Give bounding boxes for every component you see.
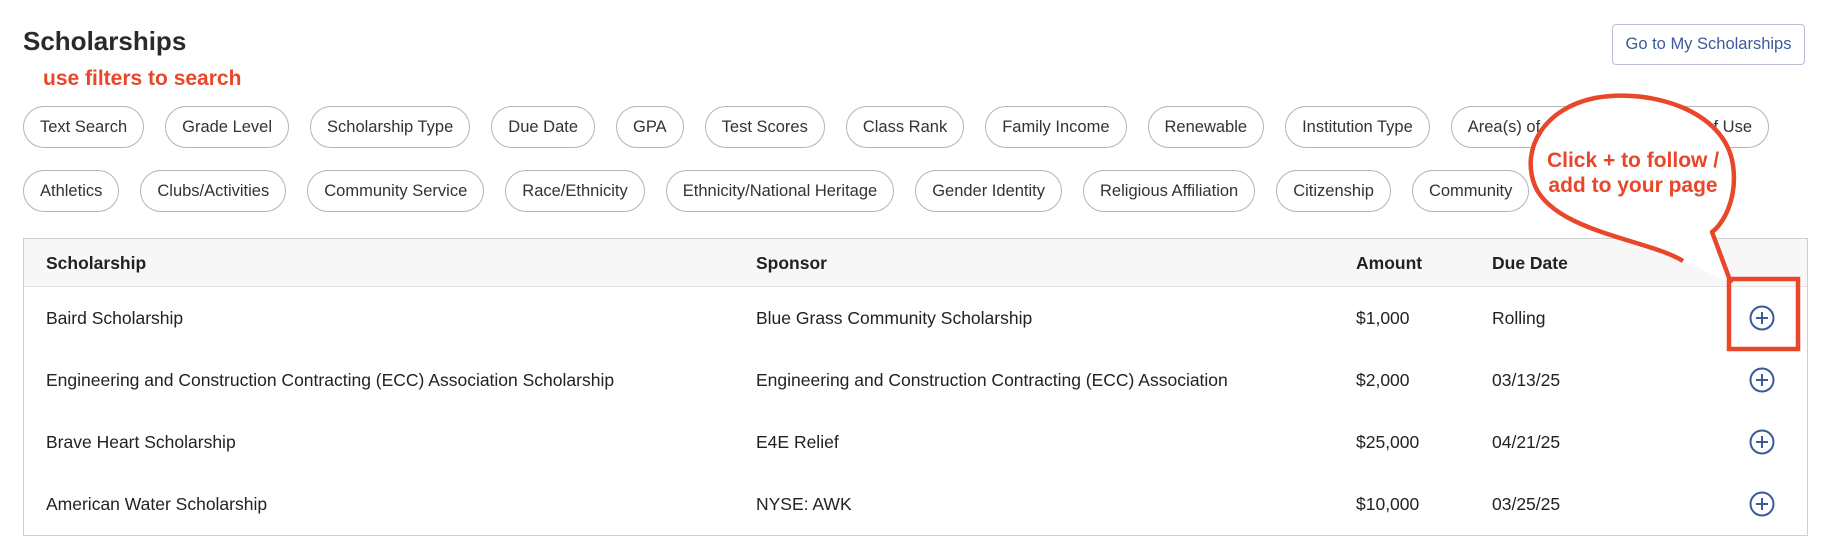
plus-circle-icon xyxy=(1749,491,1775,517)
due-date: 03/25/25 xyxy=(1492,494,1561,514)
amount: $1,000 xyxy=(1356,308,1410,328)
filter-chip-religious-affiliation[interactable]: Religious Affiliation xyxy=(1083,170,1256,212)
amount: $25,000 xyxy=(1356,432,1420,452)
sponsor-name: E4E Relief xyxy=(756,432,839,452)
due-date: Rolling xyxy=(1492,308,1546,328)
filter-chip-community[interactable]: Community xyxy=(1411,170,1530,212)
table-row: American Water Scholarship NYSE: AWK $10… xyxy=(24,473,1807,535)
due-date: 03/13/25 xyxy=(1492,370,1561,390)
go-to-my-scholarships-button[interactable]: Go to My Scholarships xyxy=(1612,24,1805,65)
filter-chip-row-1: Text Search Grade Level Scholarship Type Du… xyxy=(23,106,1770,148)
scholarship-name[interactable]: Engineering and Construction Contracting… xyxy=(46,349,614,411)
filter-chip-state-s-of-use[interactable]: State(s) of Use xyxy=(1624,106,1770,148)
column-header-due-date[interactable]: Due Date xyxy=(1492,239,1568,287)
filter-chip-institution-type[interactable]: Institution Type xyxy=(1285,106,1430,148)
plus-circle-icon xyxy=(1749,305,1775,331)
annotation-bubble-text: Click + to follow / add to your page xyxy=(1546,149,1720,197)
plus-circle-icon xyxy=(1749,429,1775,455)
sponsor-name: Engineering and Construction Contracting… xyxy=(756,370,1228,390)
due-date: 04/21/25 xyxy=(1492,432,1561,452)
filter-chip-text-search[interactable]: Text Search xyxy=(23,106,145,148)
scholarship-name[interactable]: Brave Heart Scholarship xyxy=(46,411,236,473)
scholarship-name[interactable]: American Water Scholarship xyxy=(46,473,267,535)
filter-chip-row-2: Athletics Clubs/Activities Community Servi… xyxy=(23,170,1530,212)
filter-chip-ethnicity-national-heritage[interactable]: Ethnicity/National Heritage xyxy=(665,170,895,212)
scholarship-name[interactable]: Baird Scholarship xyxy=(46,287,183,349)
filter-chip-scholarship-type[interactable]: Scholarship Type xyxy=(310,106,471,148)
filter-chip-class-rank[interactable]: Class Rank xyxy=(845,106,965,148)
add-scholarship-button[interactable] xyxy=(1749,305,1775,331)
filter-chip-area-s-of-study[interactable]: Area(s) of Study xyxy=(1450,106,1604,148)
amount: $2,000 xyxy=(1356,370,1410,390)
filter-chip-athletics[interactable]: Athletics xyxy=(23,170,120,212)
plus-circle-icon xyxy=(1749,367,1775,393)
sponsor-name: Blue Grass Community Scholarship xyxy=(756,308,1033,328)
filter-chip-family-income[interactable]: Family Income xyxy=(985,106,1127,148)
filter-chip-grade-level[interactable]: Grade Level xyxy=(165,106,290,148)
scholarships-page: Scholarships use filters to search Go to… xyxy=(0,0,1828,550)
filter-chip-race-ethnicity[interactable]: Race/Ethnicity xyxy=(505,170,645,212)
annotation-hint: use filters to search xyxy=(43,67,242,90)
table-row: Baird Scholarship Blue Grass Community S… xyxy=(24,287,1807,349)
sponsor-name: NYSE: AWK xyxy=(756,494,852,514)
add-scholarship-button[interactable] xyxy=(1749,429,1775,455)
add-scholarship-button[interactable] xyxy=(1749,491,1775,517)
column-header-scholarship[interactable]: Scholarship xyxy=(46,239,146,287)
page-title: Scholarships xyxy=(23,26,187,56)
filter-chip-citizenship[interactable]: Citizenship xyxy=(1276,170,1391,212)
add-scholarship-button[interactable] xyxy=(1749,367,1775,393)
column-header-sponsor[interactable]: Sponsor xyxy=(756,239,827,287)
column-header-amount[interactable]: Amount xyxy=(1356,239,1422,287)
filter-chip-renewable[interactable]: Renewable xyxy=(1147,106,1265,148)
table-row: Engineering and Construction Contracting… xyxy=(24,349,1807,411)
table-header: Scholarship Sponsor Amount Due Date xyxy=(24,239,1807,287)
filter-chip-due-date[interactable]: Due Date xyxy=(491,106,596,148)
table-row: Brave Heart Scholarship E4E Relief $25,0… xyxy=(24,411,1807,473)
filter-chip-clubs-activities[interactable]: Clubs/Activities xyxy=(140,170,287,212)
filter-chip-gender-identity[interactable]: Gender Identity xyxy=(915,170,1063,212)
scholarships-table: Scholarship Sponsor Amount Due Date Bair… xyxy=(23,238,1808,536)
filter-chip-test-scores[interactable]: Test Scores xyxy=(704,106,825,148)
filter-chip-gpa[interactable]: GPA xyxy=(616,106,684,148)
amount: $10,000 xyxy=(1356,494,1420,514)
filter-chip-community-service[interactable]: Community Service xyxy=(307,170,485,212)
